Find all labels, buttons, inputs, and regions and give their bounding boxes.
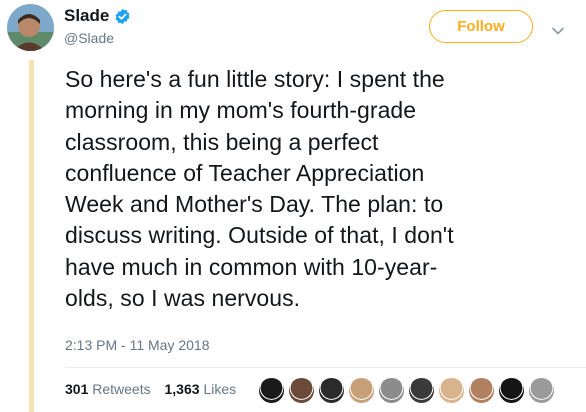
author-display-name[interactable]: Slade bbox=[64, 6, 109, 26]
tweet-text: So here's a fun little story: I spent th… bbox=[65, 64, 565, 314]
tweet-text-line: Week and Mother's Day. The plan: to bbox=[65, 191, 444, 218]
liker-avatar[interactable] bbox=[347, 375, 376, 405]
liker-avatar[interactable] bbox=[437, 375, 466, 405]
liker-avatar[interactable] bbox=[377, 375, 406, 405]
liker-avatar[interactable] bbox=[467, 375, 496, 405]
liker-avatar[interactable] bbox=[257, 375, 286, 405]
liker-avatar[interactable] bbox=[497, 375, 526, 405]
profile-photo-icon bbox=[7, 4, 54, 51]
tweet-text-line: classroom, this being a perfect bbox=[65, 128, 379, 155]
tweet-text-line: have much in common with 10-year- bbox=[65, 253, 438, 280]
retweets-stat[interactable]: 301 Retweets bbox=[65, 381, 151, 397]
liker-avatar[interactable] bbox=[407, 375, 436, 405]
author-info: Slade @Slade bbox=[64, 6, 131, 46]
chevron-down-icon bbox=[552, 27, 564, 35]
like-label: Likes bbox=[203, 381, 237, 397]
liker-avatars bbox=[257, 375, 557, 405]
tweet-text-line: discuss writing. Outside of that, I don'… bbox=[65, 222, 454, 249]
like-count: 1,363 bbox=[164, 381, 200, 397]
tweet-text-line: confluence of Teacher Appreciation bbox=[65, 159, 425, 186]
more-options-caret[interactable] bbox=[552, 22, 564, 40]
liker-avatar[interactable] bbox=[287, 375, 316, 405]
stats-divider bbox=[65, 367, 586, 368]
tweet-timestamp[interactable]: 2:13 PM - 11 May 2018 bbox=[65, 337, 209, 353]
author-handle[interactable]: @Slade bbox=[64, 30, 131, 46]
tweet-text-line: olds, so I was nervous. bbox=[65, 285, 301, 312]
tweet-stats: 301 Retweets 1,363 Likes bbox=[65, 381, 246, 397]
tweet-text-line: morning in my mom's fourth-grade bbox=[65, 97, 417, 124]
retweet-count: 301 bbox=[65, 381, 89, 397]
retweet-label: Retweets bbox=[92, 381, 151, 397]
verified-badge-icon bbox=[115, 8, 130, 24]
tweet-text-line: So here's a fun little story: I spent th… bbox=[65, 66, 445, 92]
author-avatar[interactable] bbox=[7, 4, 54, 51]
follow-button[interactable]: Follow bbox=[429, 10, 533, 43]
thread-line bbox=[29, 60, 34, 412]
liker-avatar[interactable] bbox=[527, 375, 556, 405]
likes-stat[interactable]: 1,363 Likes bbox=[165, 381, 237, 397]
liker-avatar[interactable] bbox=[317, 375, 346, 405]
